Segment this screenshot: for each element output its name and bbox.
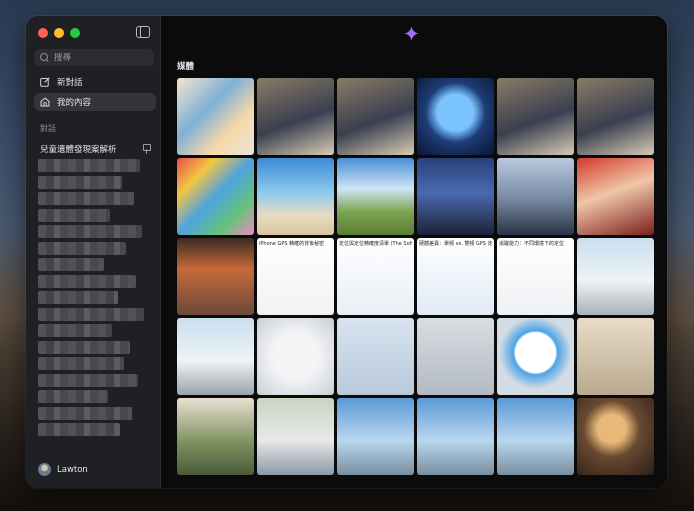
nav-item-label: 我的內容 xyxy=(57,98,92,108)
nav-item-label: 新對話 xyxy=(57,78,83,88)
redacted-conversation[interactable] xyxy=(38,274,136,288)
media-tile-city-skyline-google[interactable] xyxy=(497,158,574,235)
main-panel: 媒體 iPhone GPS 精確的背後秘密 定位與定位精確度清單 (The Sof… xyxy=(162,16,667,488)
conversations-heading: 對話 xyxy=(40,124,56,133)
conversation-list-redacted xyxy=(34,159,154,440)
media-tile-blue-dome-city[interactable] xyxy=(417,78,494,155)
pin-icon[interactable] xyxy=(142,144,151,154)
media-tile-gps-article-2[interactable]: 定位與定位精確度清單 (The Software) xyxy=(337,238,414,315)
media-tile-gps-article-3[interactable]: 硬體差異：單頻 vs. 雙頻 GPS 定位 xyxy=(417,238,494,315)
media-tile-glowing-figures[interactable] xyxy=(177,78,254,155)
redacted-conversation[interactable] xyxy=(38,307,144,321)
redacted-conversation[interactable] xyxy=(38,390,108,403)
redacted-conversation[interactable] xyxy=(38,208,110,222)
user-name: Lawton xyxy=(57,464,88,475)
media-tile-man-suit-office[interactable] xyxy=(257,398,334,475)
media-tile-man-car-tablet-4[interactable] xyxy=(577,78,654,155)
redacted-conversation[interactable] xyxy=(38,324,112,337)
zoom-window-button[interactable] xyxy=(70,28,80,38)
redacted-conversation[interactable] xyxy=(38,373,138,387)
media-grid: iPhone GPS 精確的背後秘密 定位與定位精確度清單 (The Softwa… xyxy=(177,78,654,475)
redacted-conversation[interactable] xyxy=(38,225,142,238)
new-chat-icon xyxy=(40,77,50,87)
media-tile-bus-stop-mountains[interactable] xyxy=(577,238,654,315)
media-tile-cat-santa-hat[interactable] xyxy=(577,398,654,475)
media-tile-bus-stop-road[interactable] xyxy=(177,318,254,395)
media-heading: 媒體 xyxy=(177,62,195,72)
gemini-sparkle-icon xyxy=(404,26,419,41)
redacted-conversation[interactable] xyxy=(38,241,126,255)
media-tile-man-car-tablet-3[interactable] xyxy=(497,78,574,155)
media-tile-colorful-collage[interactable] xyxy=(177,158,254,235)
close-window-button[interactable] xyxy=(38,28,48,38)
media-tile-man-car-tablet-2[interactable] xyxy=(337,78,414,155)
search-box[interactable] xyxy=(34,49,154,66)
redacted-conversation[interactable] xyxy=(38,357,124,370)
redacted-conversation[interactable] xyxy=(38,175,122,189)
minimize-window-button[interactable] xyxy=(54,28,64,38)
media-tile-people-on-phones[interactable] xyxy=(577,318,654,395)
media-tile-sea-pole-2[interactable] xyxy=(417,398,494,475)
media-tile-gps-article-4[interactable]: 追蹤能力：不同環境下的定位 xyxy=(497,238,574,315)
media-tile-beach-coast[interactable] xyxy=(257,158,334,235)
media-tile-man-safari-icon-2[interactable] xyxy=(497,318,574,395)
media-tile-living-room-plant[interactable] xyxy=(177,398,254,475)
media-tile-sea-horizon[interactable] xyxy=(497,398,574,475)
media-tile-caption: 定位與定位精確度清單 (The Software) xyxy=(339,241,412,247)
redacted-conversation[interactable] xyxy=(38,159,140,172)
media-tile-gemini-stage-crowd[interactable] xyxy=(417,158,494,235)
redacted-conversation[interactable] xyxy=(38,406,132,420)
redacted-conversation[interactable] xyxy=(38,291,118,304)
sidebar-toggle-icon[interactable] xyxy=(136,26,150,38)
media-tile-man-apple-logo[interactable] xyxy=(417,318,494,395)
nav-item-my-content[interactable]: 我的內容 xyxy=(34,93,156,111)
media-tile-caption: iPhone GPS 精確的背後秘密 xyxy=(259,241,325,247)
media-tile-man-safari-icons-1[interactable] xyxy=(337,318,414,395)
avatar xyxy=(38,463,51,476)
sidebar: 新對話 我的內容 對話 兒童遺體發現案解析 xyxy=(26,16,161,488)
search-input[interactable] xyxy=(54,52,144,63)
media-tile-sea-pole-1[interactable] xyxy=(337,398,414,475)
nav-item-new-chat[interactable]: 新對話 xyxy=(34,73,156,91)
media-tile-man-car-tablet-1[interactable] xyxy=(257,78,334,155)
redacted-conversation[interactable] xyxy=(38,340,130,354)
user-account[interactable]: Lawton xyxy=(38,463,88,476)
media-tile-green-field-sky[interactable] xyxy=(337,158,414,235)
search-icon xyxy=(40,53,49,62)
media-tile-game-controller[interactable] xyxy=(257,318,334,395)
redacted-conversation[interactable] xyxy=(38,423,120,436)
media-tile-gps-article-1[interactable]: iPhone GPS 精確的背後秘密 xyxy=(257,238,334,315)
redacted-conversation[interactable] xyxy=(38,258,104,271)
media-tile-caption: 硬體差異：單頻 vs. 雙頻 GPS 定位 xyxy=(419,241,492,247)
window-controls xyxy=(38,28,80,38)
media-tile-lunar-new-year[interactable] xyxy=(577,158,654,235)
redacted-conversation[interactable] xyxy=(38,192,134,205)
conversation-title: 兒童遺體發現案解析 xyxy=(40,145,117,155)
media-tile-caption: 追蹤能力：不同環境下的定位 xyxy=(499,241,565,247)
app-window: 新對話 我的內容 對話 兒童遺體發現案解析 xyxy=(26,16,667,488)
conversation-item-pinned[interactable]: 兒童遺體發現案解析 xyxy=(40,143,151,155)
home-icon xyxy=(40,97,50,107)
media-tile-night-market-street[interactable] xyxy=(177,238,254,315)
